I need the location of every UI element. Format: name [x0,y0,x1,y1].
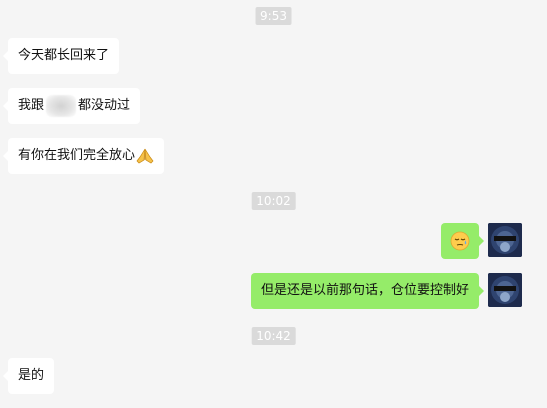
message-bubble-outgoing[interactable] [441,223,484,259]
message-text: 有你在我们完全放心 [18,148,136,163]
message-bubble-incoming[interactable]: 今天都长回来了 [2,38,120,74]
message-text-before: 我跟 [18,98,45,113]
sleepy-face-icon [450,231,470,250]
avatar[interactable] [488,273,522,307]
message-bubble-incoming[interactable]: 有你在我们完全放心 [2,138,165,174]
timestamp-text: 10:02 [256,194,291,208]
praying-hands-icon [136,148,154,163]
timestamp: 9:53 [255,7,292,25]
timestamp-text: 9:53 [260,9,287,23]
redaction-blur [46,94,77,117]
timestamp: 10:02 [251,192,296,210]
timestamp-text: 10:42 [256,329,291,343]
user-avatar-icon [488,223,522,257]
avatar[interactable] [488,223,522,257]
message-text-after: 都没动过 [78,98,131,113]
message-text: 今天都长回来了 [18,48,110,63]
chat-window: 9:53 今天都长回来了 我跟 都没动过 有你在我们完全放心 10:02 但是还… [0,0,547,408]
message-bubble-incoming[interactable]: 我跟 都没动过 [2,88,141,124]
message-text: 但是还是以前那句话，仓位要控制好 [260,283,469,298]
user-avatar-icon [488,273,522,307]
message-text: 是的 [18,368,45,383]
message-bubble-incoming[interactable]: 是的 [2,358,55,394]
timestamp: 10:42 [251,327,296,345]
message-bubble-outgoing[interactable]: 但是还是以前那句话，仓位要控制好 [250,273,485,309]
